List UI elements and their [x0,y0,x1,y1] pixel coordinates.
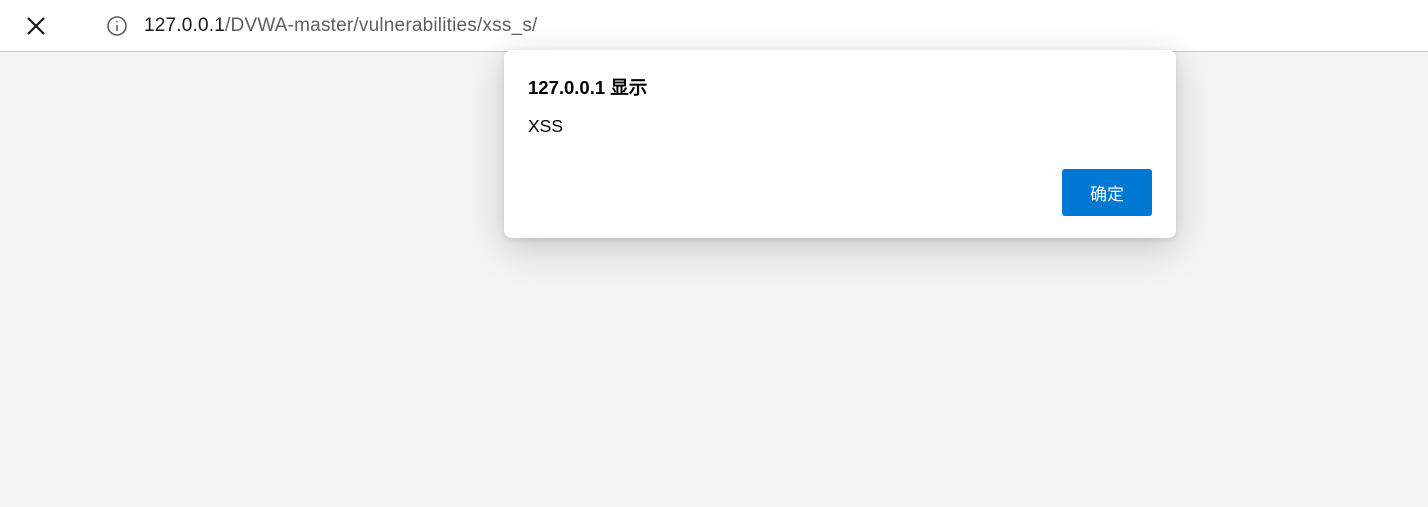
url-host: 127.0.0.1 [144,15,225,36]
address-bar: 127.0.0.1/DVWA-master/vulnerabilities/xs… [0,0,1428,52]
dialog-message: XSS [528,116,1152,137]
dialog-actions: 确定 [528,169,1152,216]
url-display[interactable]: 127.0.0.1/DVWA-master/vulnerabilities/xs… [144,15,538,37]
close-icon[interactable] [16,6,56,46]
url-path: /DVWA-master/vulnerabilities/xss_s/ [225,15,537,36]
javascript-alert-dialog: 127.0.0.1 显示 XSS 确定 [504,50,1176,238]
site-info-icon[interactable] [106,15,128,37]
dialog-title: 127.0.0.1 显示 [528,74,1152,100]
ok-button[interactable]: 确定 [1062,169,1152,216]
